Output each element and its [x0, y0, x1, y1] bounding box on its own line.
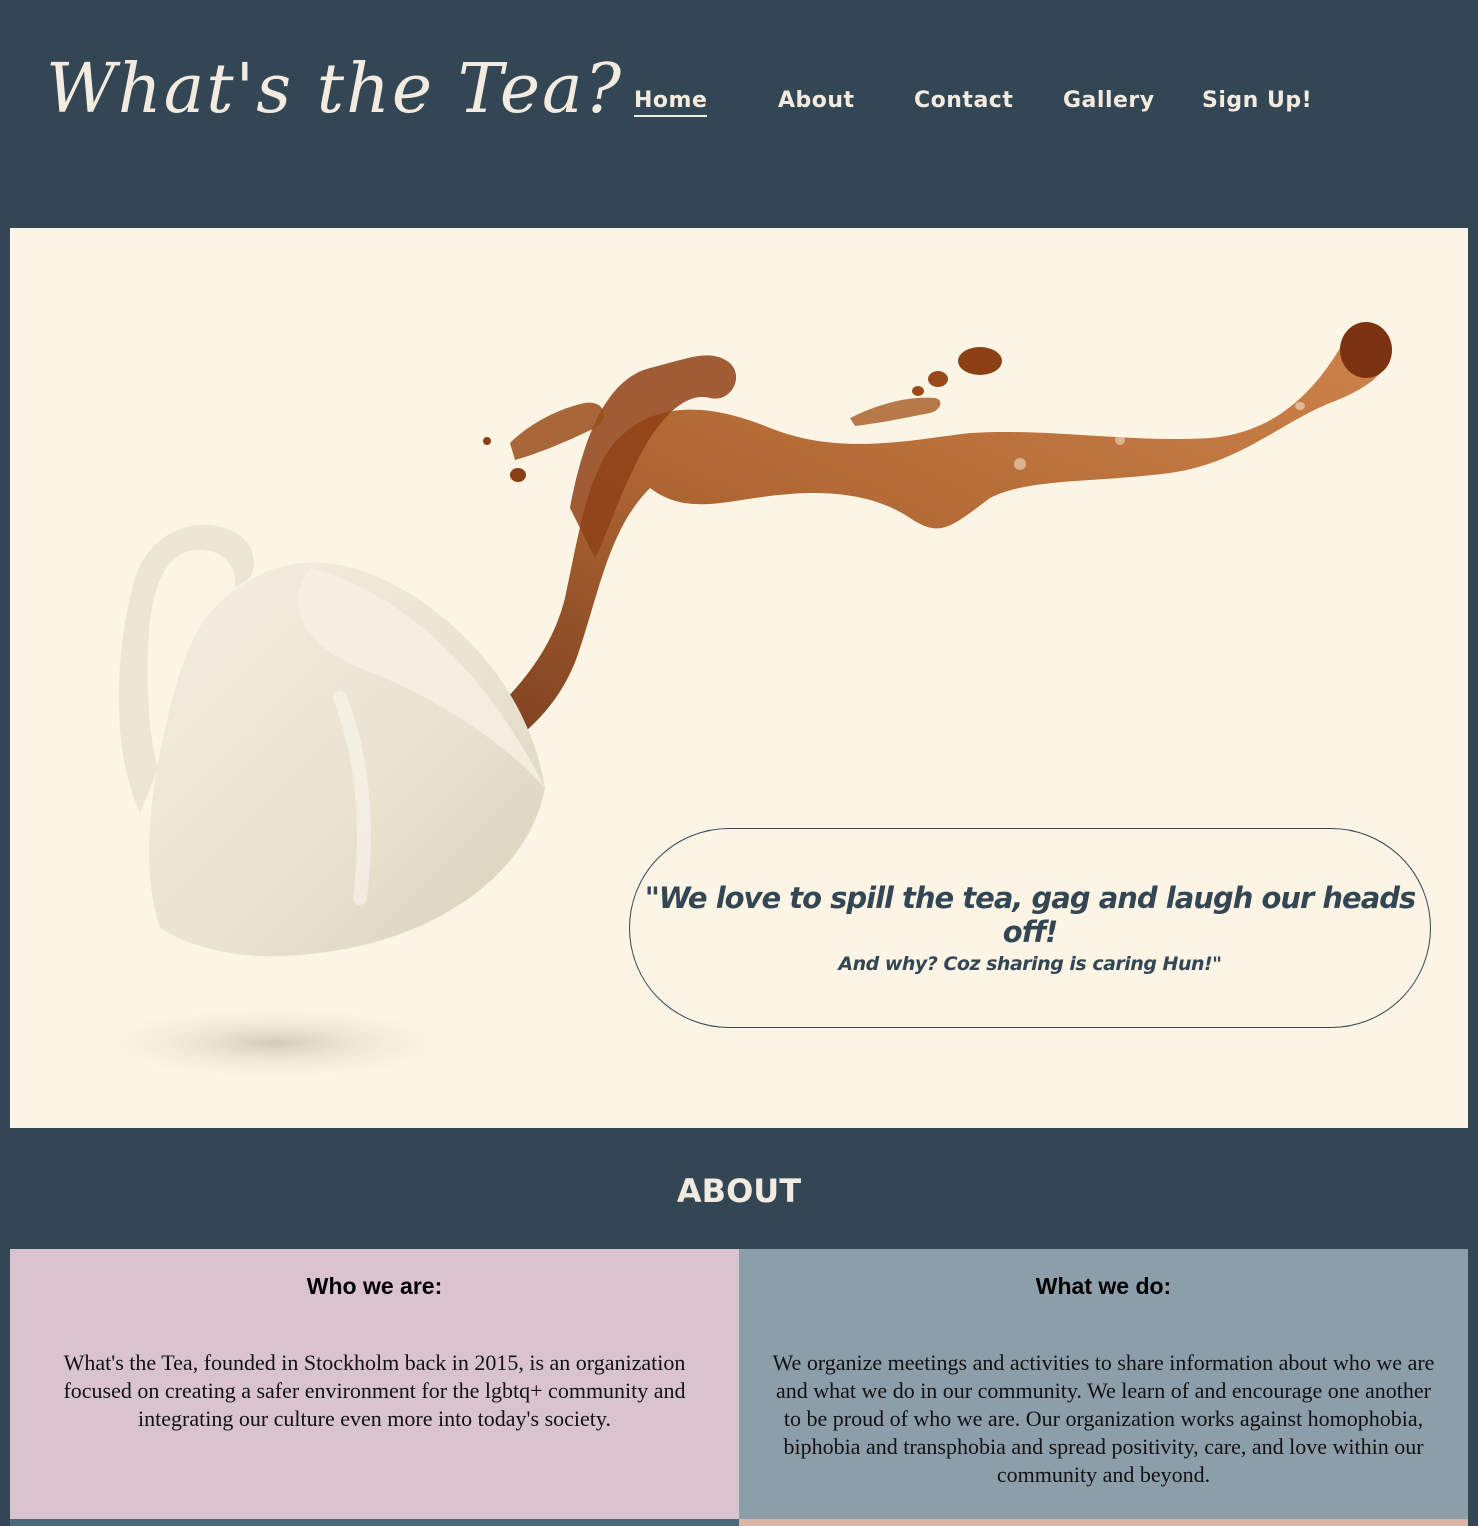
what-we-do-heading: What we do:	[1035, 1273, 1172, 1299]
cup-shadow	[75, 1003, 475, 1083]
who-we-are-heading: Who we are:	[306, 1273, 443, 1299]
hero-quote: "We love to spill the tea, gag and laugh…	[644, 881, 1417, 949]
nav-home[interactable]: Home	[634, 88, 708, 117]
hero-subquote: And why? Coz sharing is caring Hun!"	[838, 953, 1222, 975]
who-we-are-text: What's the Tea, founded in Stockholm bac…	[63, 1350, 686, 1431]
next-section-strip-right	[739, 1519, 1468, 1526]
what-we-do-text: We organize meetings and activities to s…	[772, 1350, 1435, 1487]
what-we-do-card: What we do: We organize meetings and act…	[739, 1249, 1468, 1519]
nav-contact[interactable]: Contact	[914, 88, 1013, 113]
tea-splash-illustration	[465, 322, 1392, 753]
nav-signup[interactable]: Sign Up!	[1202, 88, 1312, 113]
about-heading: ABOUT	[676, 1172, 802, 1210]
who-we-are-card: Who we are: What's the Tea, founded in S…	[10, 1249, 739, 1519]
nav-about[interactable]: About	[778, 88, 855, 113]
nav-gallery[interactable]: Gallery	[1063, 88, 1155, 113]
hero-banner: "We love to spill the tea, gag and laugh…	[10, 228, 1468, 1128]
site-header: What's the Tea? Home About Contact Galle…	[0, 0, 1478, 228]
teacup-illustration	[118, 525, 545, 957]
next-section-strip-left	[10, 1519, 739, 1526]
site-logo[interactable]: What's the Tea?	[46, 50, 623, 129]
hero-quote-box: "We love to spill the tea, gag and laugh…	[629, 828, 1431, 1028]
